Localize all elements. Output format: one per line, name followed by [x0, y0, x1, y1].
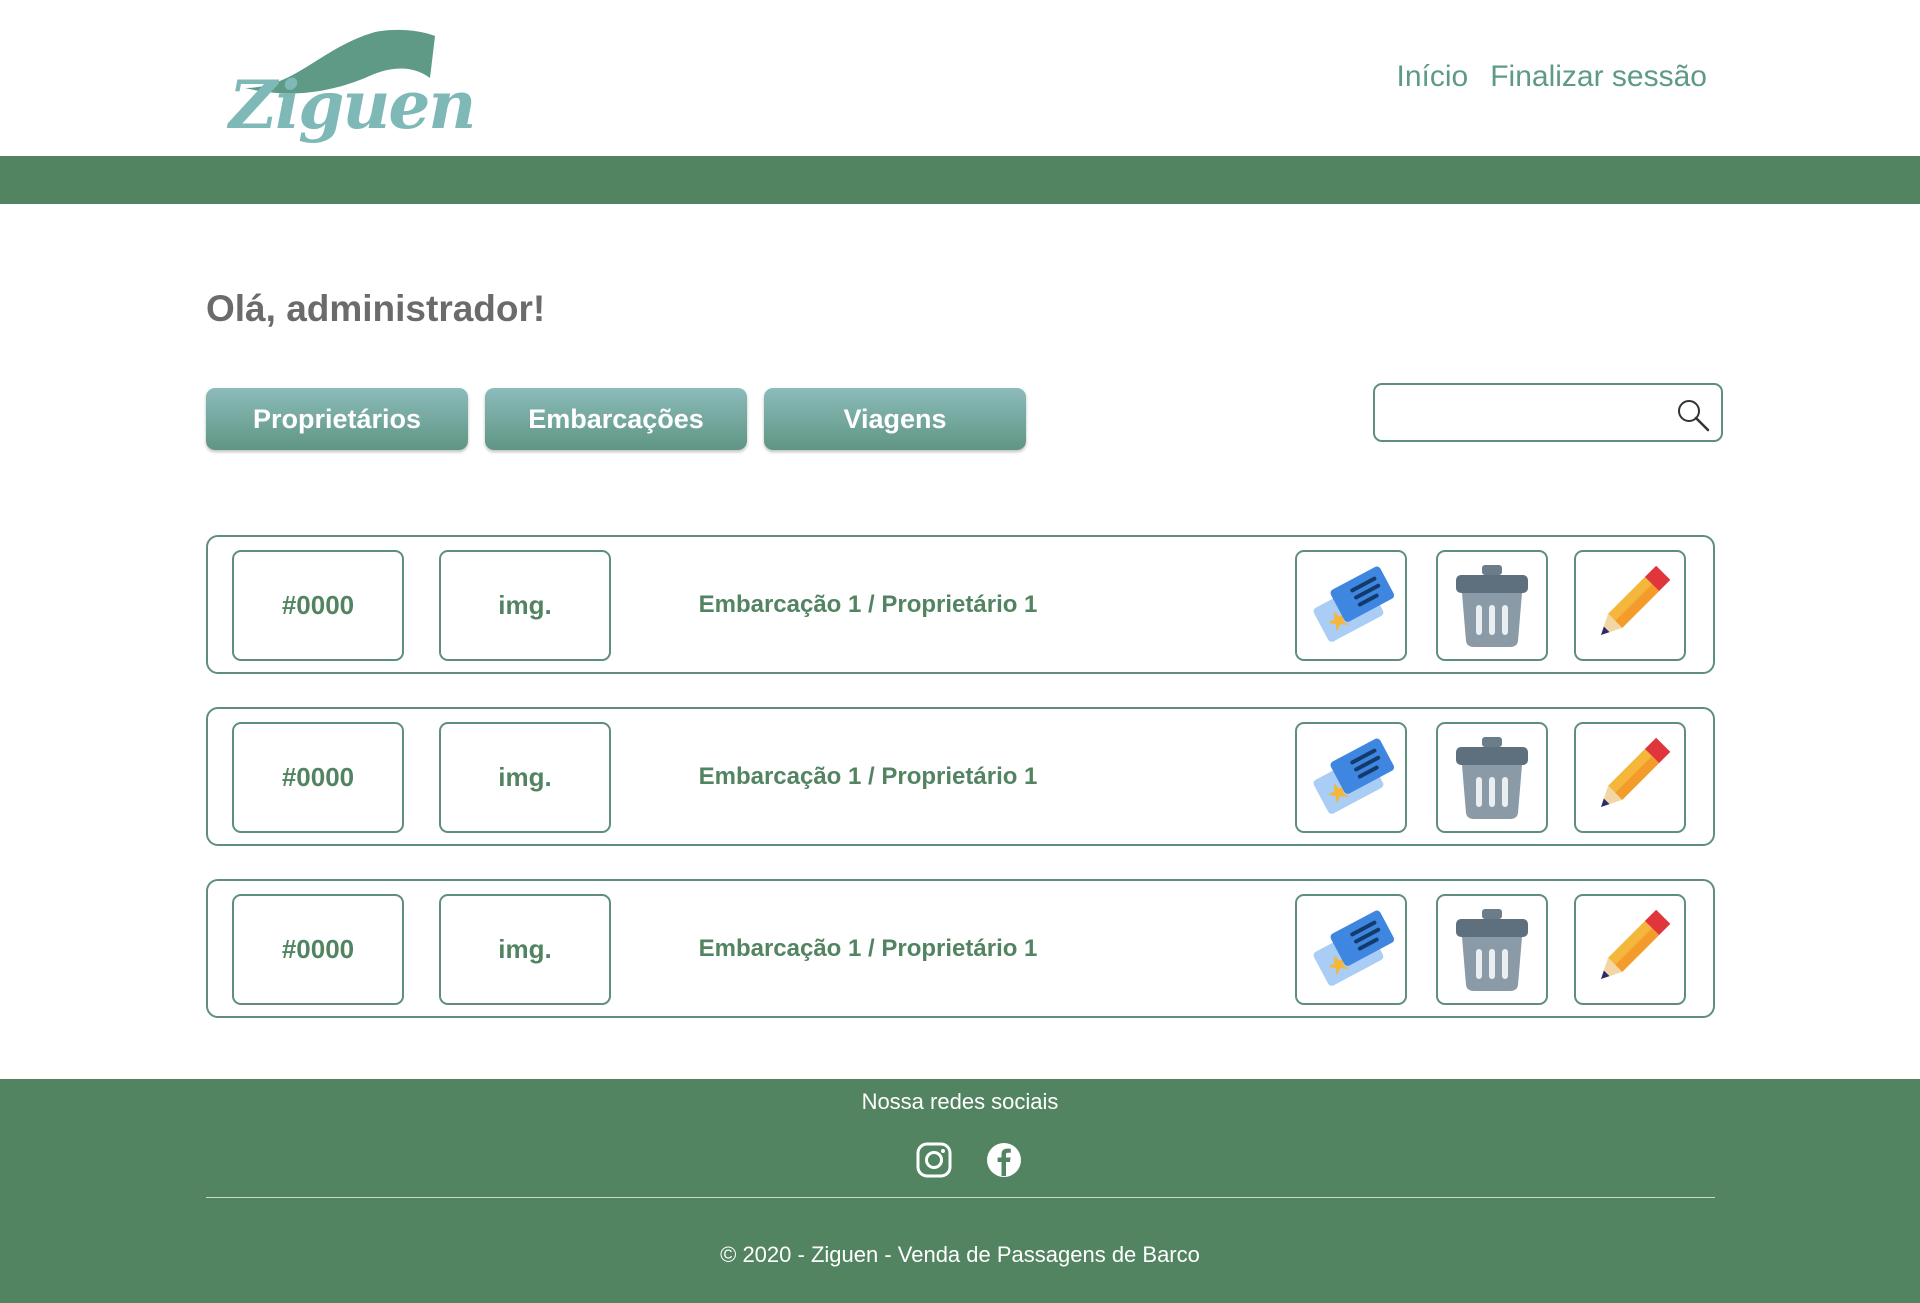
logo-text: Ziguen	[229, 66, 476, 144]
instagram-icon[interactable]	[916, 1142, 952, 1178]
ticket-icon	[1313, 566, 1395, 642]
item-id: #0000	[232, 894, 404, 1005]
site-footer: Nossa redes sociais © 2020 - Ziguen - Ve…	[0, 1079, 1920, 1303]
facebook-icon[interactable]	[986, 1142, 1022, 1178]
edit-button[interactable]	[1574, 894, 1686, 1005]
item-id: #0000	[232, 722, 404, 833]
pencil-icon	[1601, 909, 1671, 979]
tab-proprietarios[interactable]: Proprietários	[206, 388, 468, 450]
item-image-placeholder: img.	[439, 722, 611, 833]
top-nav: Início Finalizar sessão	[1397, 60, 1707, 94]
ticket-icon	[1313, 738, 1395, 814]
tickets-button[interactable]	[1295, 722, 1407, 833]
item-image-placeholder: img.	[439, 550, 611, 661]
category-tabs: Proprietários Embarcações Viagens	[206, 388, 1026, 450]
item-title: Embarcação 1 / Proprietário 1	[698, 590, 1038, 618]
copyright-text: © 2020 - Ziguen - Venda de Passagens de …	[720, 1242, 1200, 1267]
search-box	[1373, 383, 1723, 442]
item-image-placeholder: img.	[439, 894, 611, 1005]
pencil-icon	[1601, 565, 1671, 635]
tab-viagens[interactable]: Viagens	[764, 388, 1026, 450]
delete-button[interactable]	[1436, 894, 1548, 1005]
edit-button[interactable]	[1574, 722, 1686, 833]
boat-list: #0000 img. Embarcação 1 / Proprietário 1	[206, 535, 1715, 1051]
edit-button[interactable]	[1574, 550, 1686, 661]
item-title: Embarcação 1 / Proprietário 1	[698, 762, 1038, 790]
trash-icon	[1456, 564, 1528, 647]
footer-divider	[206, 1197, 1715, 1198]
nav-home-link[interactable]: Início	[1397, 60, 1469, 94]
tickets-button[interactable]	[1295, 550, 1407, 661]
trash-icon	[1456, 908, 1528, 991]
header-band	[0, 156, 1920, 204]
nav-logout-link[interactable]: Finalizar sessão	[1490, 60, 1707, 94]
site-header: Ziguen Início Finalizar sessão	[0, 0, 1920, 156]
page-greeting: Olá, administrador!	[206, 288, 546, 329]
ticket-icon	[1313, 910, 1395, 986]
item-id: #0000	[232, 550, 404, 661]
social-heading: Nossa redes sociais	[861, 1089, 1059, 1114]
list-item: #0000 img. Embarcação 1 / Proprietário 1	[206, 879, 1715, 1018]
delete-button[interactable]	[1436, 722, 1548, 833]
list-item: #0000 img. Embarcação 1 / Proprietário 1	[206, 707, 1715, 846]
search-input[interactable]	[1385, 393, 1665, 433]
pencil-icon	[1601, 737, 1671, 807]
search-icon[interactable]	[1675, 397, 1711, 433]
ziguen-logo[interactable]: Ziguen	[225, 28, 476, 144]
item-title: Embarcação 1 / Proprietário 1	[698, 934, 1038, 962]
tickets-button[interactable]	[1295, 894, 1407, 1005]
tab-embarcacoes[interactable]: Embarcações	[485, 388, 747, 450]
trash-icon	[1456, 736, 1528, 819]
list-item: #0000 img. Embarcação 1 / Proprietário 1	[206, 535, 1715, 674]
social-links	[916, 1142, 1022, 1178]
delete-button[interactable]	[1436, 550, 1548, 661]
